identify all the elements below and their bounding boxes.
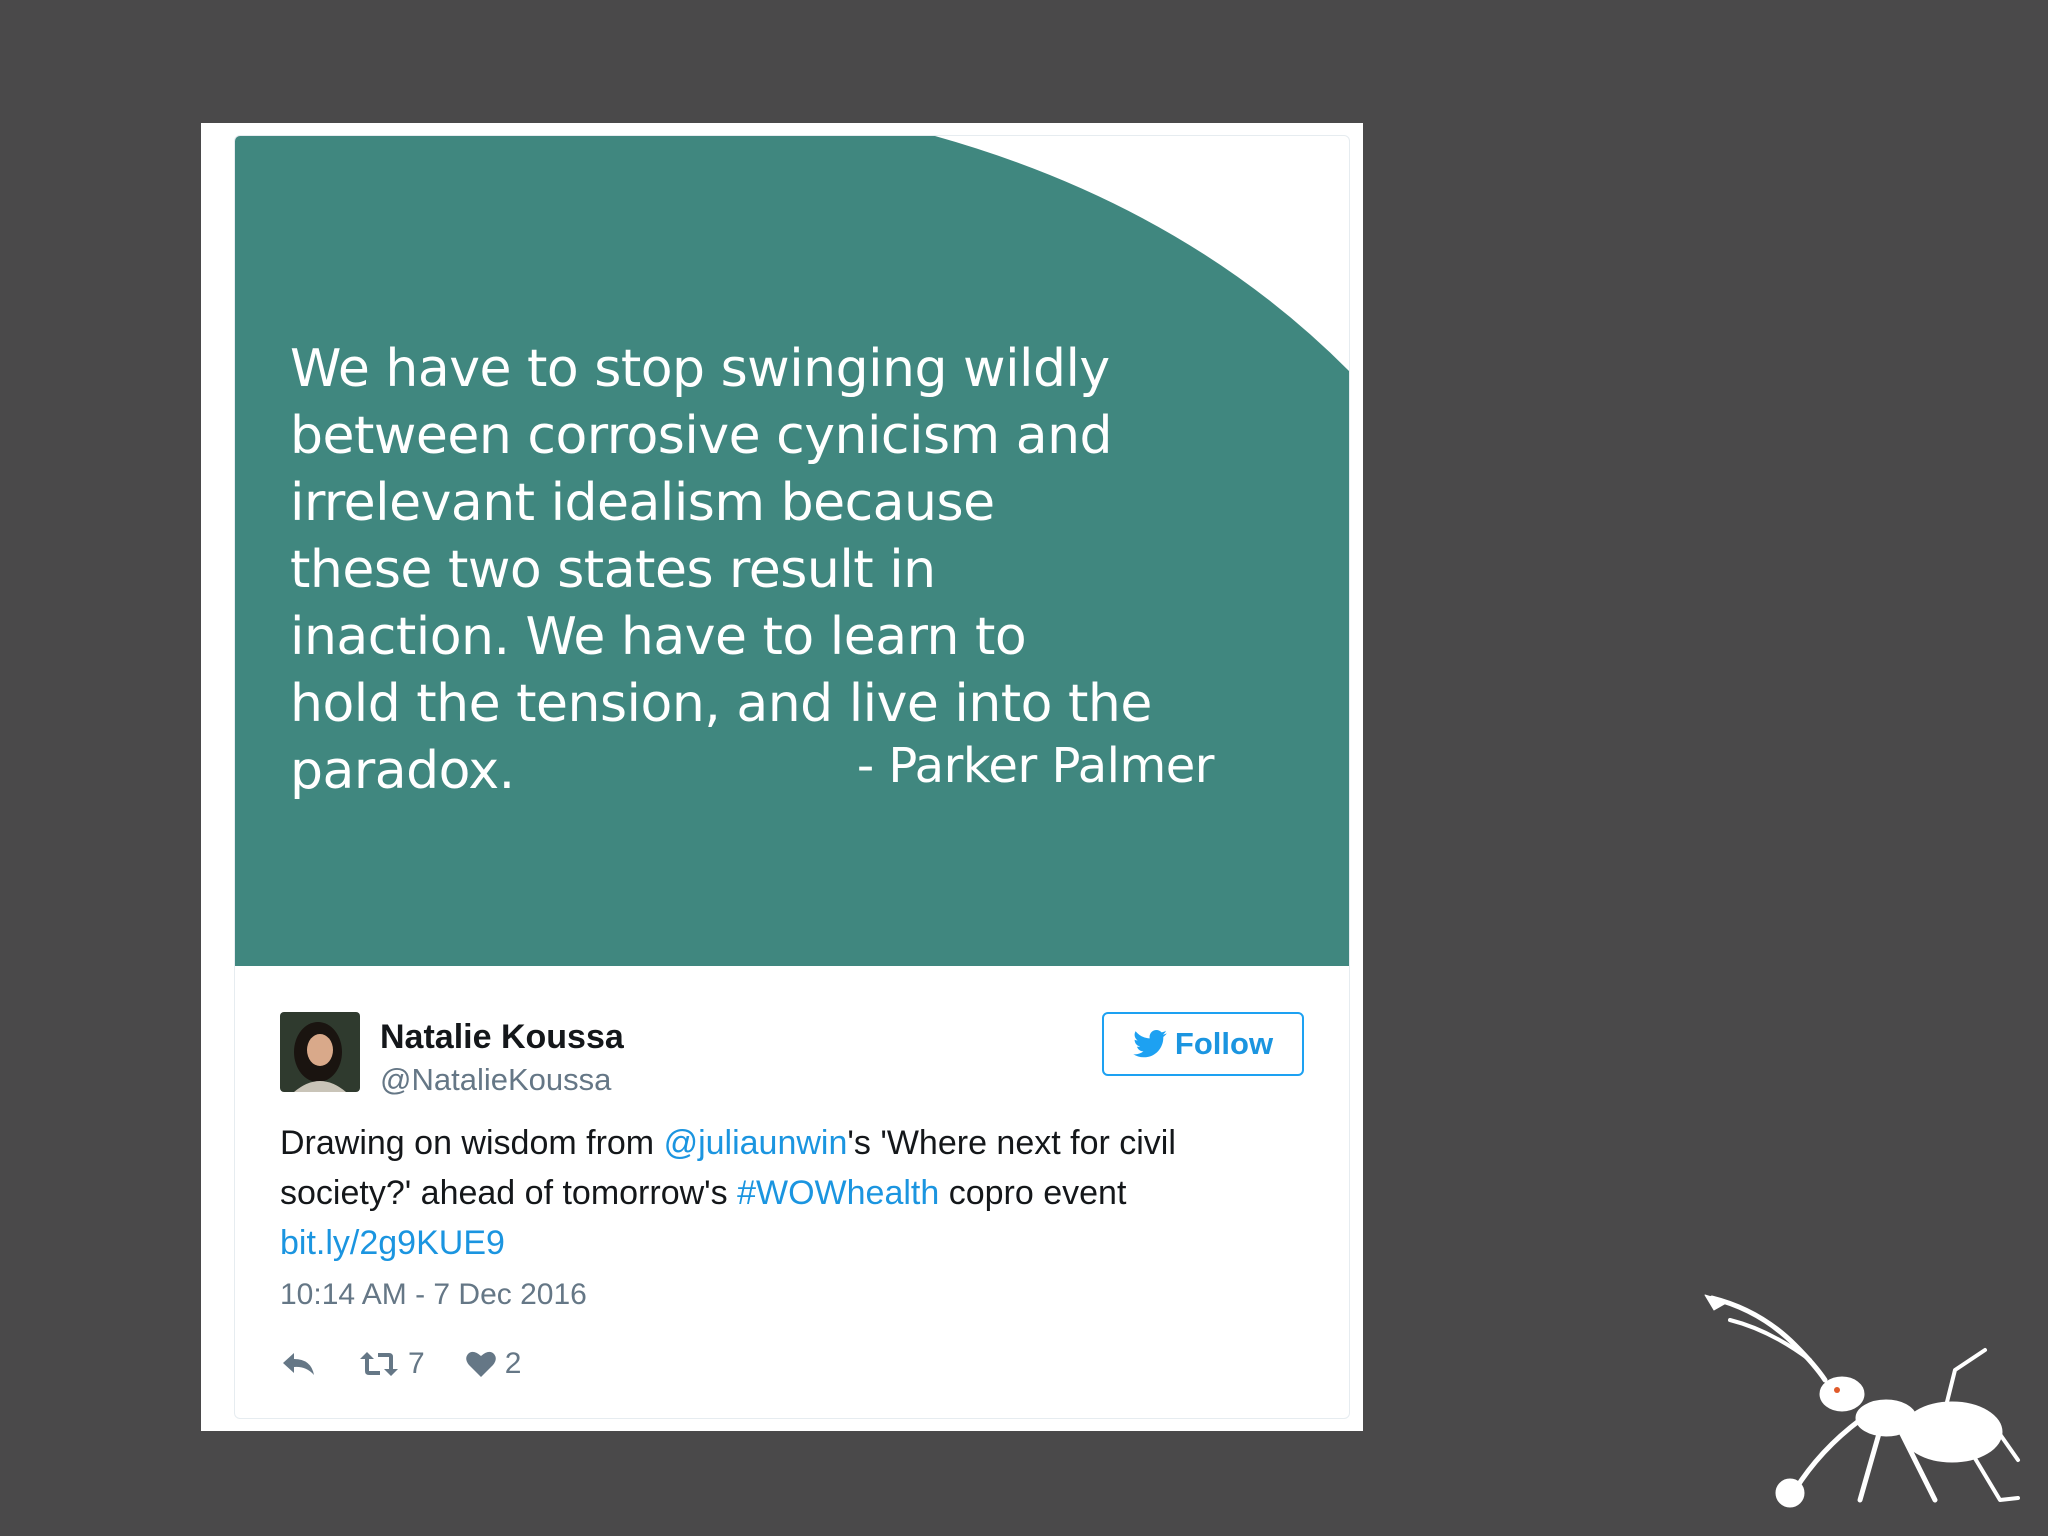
tweet-text-part: copro event xyxy=(939,1174,1127,1212)
like-button[interactable]: 2 xyxy=(465,1347,522,1381)
slide: We have to stop swinging wildly between … xyxy=(0,0,2048,1536)
reply-icon xyxy=(283,1353,314,1375)
retweet-icon xyxy=(360,1352,398,1376)
ant-logo xyxy=(1700,1290,2030,1520)
follow-label: Follow xyxy=(1174,1026,1274,1061)
like-count: 2 xyxy=(504,1347,522,1380)
avatar[interactable] xyxy=(280,1012,360,1092)
avatar-image xyxy=(280,1012,360,1092)
quote-image: We have to stop swinging wildly between … xyxy=(235,136,1349,966)
twitter-bird-icon xyxy=(1133,1030,1167,1058)
tweet-text: Drawing on wisdom from @juliaunwin's 'Wh… xyxy=(280,1118,1280,1268)
tweet-actions: 7 2 xyxy=(280,1344,561,1384)
retweet-button[interactable]: 7 xyxy=(358,1347,425,1381)
mention-link[interactable]: @juliaunwin xyxy=(664,1124,848,1162)
tweet-timestamp[interactable]: 10:14 AM - 7 Dec 2016 xyxy=(280,1278,587,1312)
ant-logo-icon xyxy=(1704,1294,2020,1508)
user-handle[interactable]: @NatalieKoussa xyxy=(380,1062,611,1098)
reply-button[interactable] xyxy=(280,1349,318,1379)
heart-icon xyxy=(465,1351,496,1377)
retweet-count: 7 xyxy=(408,1347,425,1380)
tweet-header: Natalie Koussa @NatalieKoussa Follow xyxy=(280,1012,1304,1102)
quote-text: We have to stop swinging wildly between … xyxy=(290,339,1152,801)
tweet-text-part: Drawing on wisdom from xyxy=(280,1124,664,1162)
follow-button[interactable]: Follow xyxy=(1102,1012,1304,1076)
url-link[interactable]: bit.ly/2g9KUE9 xyxy=(280,1224,505,1262)
user-name[interactable]: Natalie Koussa xyxy=(380,1018,624,1057)
embedded-tweet-screenshot: We have to stop swinging wildly between … xyxy=(201,123,1363,1431)
quote-author: - Parker Palmer xyxy=(856,738,1215,794)
hashtag-link[interactable]: #WOWhealth xyxy=(737,1174,939,1212)
tweet-card: We have to stop swinging wildly between … xyxy=(234,135,1350,1419)
